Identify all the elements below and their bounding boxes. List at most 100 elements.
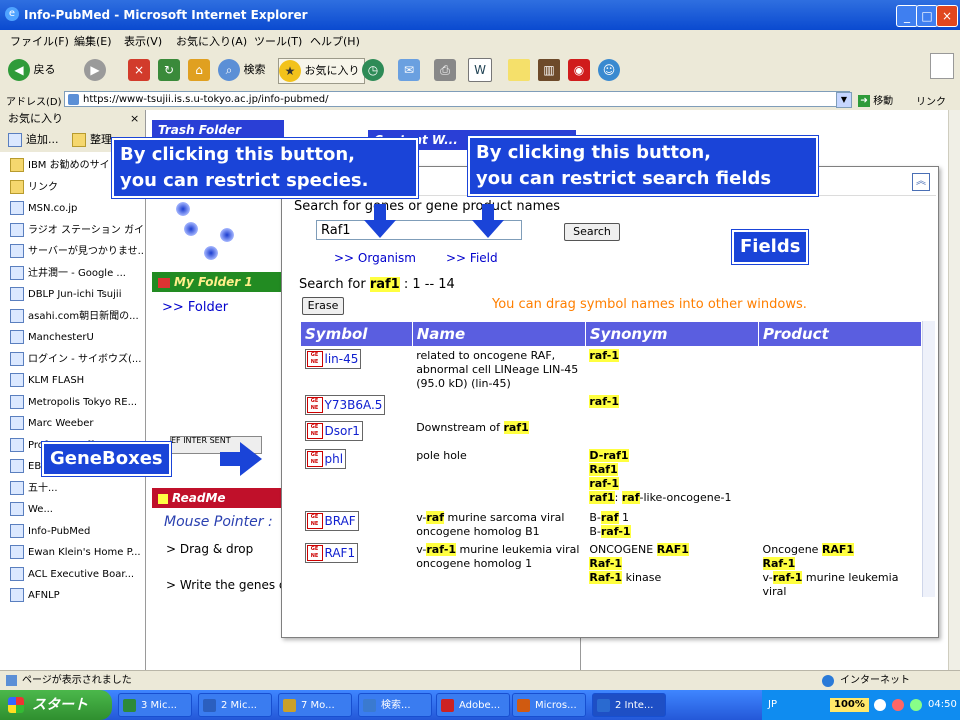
favorites-organize-button[interactable]: 整理 [72,128,112,152]
favorite-item[interactable]: Info-PubMed [10,522,144,542]
home-button[interactable]: ⌂ [188,58,210,82]
page-scrollbar[interactable] [948,110,960,670]
mail-button[interactable]: ✉ [398,58,420,82]
erase-button[interactable]: Erase [302,297,344,315]
genebox[interactable]: GE NE Y73B6A.5 [304,395,386,415]
column-product[interactable]: Product [758,321,922,347]
favorite-item[interactable]: AFNLP [10,586,144,606]
tray-icon[interactable] [892,699,904,711]
highlight: raf [600,511,619,524]
taskbar-task[interactable]: Adobe... [436,693,510,717]
taskbar: スタート 3 Mic... 2 Mic... 7 Mo... 検索... Adobe..… [0,690,960,720]
genebox[interactable]: GE NE lin-45 [304,349,362,369]
notes-button[interactable] [508,58,530,82]
back-button[interactable]: ◀ 戻る [8,58,56,82]
synonym: raf-1 [589,349,754,363]
favorite-item[interactable]: DBLP Jun-ichi Tsujii [10,285,144,305]
favorites-add-button[interactable]: 追加... [8,128,59,152]
field-link[interactable]: >> Field [446,251,498,265]
menu-help[interactable]: ヘルプ(H) [310,33,360,49]
genebox[interactable]: GE NE BRAF [304,511,359,531]
favorite-item[interactable]: ラジオ ステーション ガイ... [10,221,144,241]
genebox[interactable]: GE NE Dsor1 [304,421,363,441]
readme-header[interactable]: ReadMe Windo... [152,488,282,525]
taskbar-task[interactable]: 3 Mic... [118,693,192,717]
menu-view[interactable]: 表示(V) [124,33,162,49]
web-page-icon [10,523,24,538]
product-cell: Oncogene RAF1 Raf-1 v-raf-1 murine leukemi… [759,541,922,601]
maximize-button[interactable]: □ [916,5,938,27]
favorite-item[interactable]: Metropolis Tokyo RE... [10,393,144,413]
favorites-button[interactable]: ★ お気に入り [278,58,365,84]
favorite-item[interactable]: Marc Weeber [10,414,144,434]
collapse-icon[interactable]: ︽ [912,173,930,191]
address-dropdown-icon[interactable]: ▼ [836,92,852,108]
trash-folder-header[interactable]: Trash Folder [152,120,284,140]
favorite-item[interactable]: asahi.com朝日新聞の... [10,307,144,327]
favorite-item[interactable]: 五十... [10,479,144,499]
favorite-item[interactable]: We... [10,500,144,520]
results-scrollbar[interactable] [922,321,935,597]
favorite-item[interactable]: 辻井潤一 - Google ... [10,264,144,284]
column-name[interactable]: Name [411,321,586,347]
tray-icon[interactable] [874,699,886,711]
favorites-close-icon[interactable]: × [130,112,139,125]
favorite-label: リンク [28,181,58,193]
gene-symbol: RAF1 [324,546,356,560]
favorite-item[interactable]: ログイン - サイボウズ(... [10,350,144,370]
highlight: raf1 [503,421,529,434]
status-text: ページが表示されました [22,675,132,686]
folder-link[interactable]: >> Folder [162,300,228,315]
organism-link[interactable]: >> Organism [334,251,416,265]
search-button[interactable]: Search [564,223,620,241]
stop-icon: × [128,59,150,81]
favorite-item[interactable]: Ewan Klein's Home P... [10,543,144,563]
people-button[interactable]: ☺ [598,58,620,82]
favorite-item[interactable]: ACL Executive Boar... [10,565,144,585]
stop-button[interactable]: × [128,58,150,82]
favorite-item[interactable]: KLM FLASH [10,371,144,391]
synonym: D-raf1 [589,449,754,463]
research-button[interactable]: ▥ [538,58,560,82]
my-folder-header[interactable]: My Folder 1 [152,272,282,292]
messenger-button[interactable]: ◉ [568,58,590,82]
taskbar-task[interactable]: 2 Mic... [198,693,272,717]
highlight: raf-1 [426,543,457,556]
genebox[interactable]: GE NE phl [304,449,347,469]
column-synonym[interactable]: Synonym [584,321,760,347]
taskbar-task[interactable]: 7 Mo... [278,693,352,717]
favorite-item[interactable]: MSN.co.jp [10,199,144,219]
minimize-button[interactable]: _ [896,5,918,27]
home-icon: ⌂ [188,59,210,81]
search-button[interactable]: ⌕ 検索 [218,58,266,82]
synonym-cell: raf-1 [585,347,758,394]
genebox[interactable]: GE NE RAF1 [304,543,359,563]
tray-icon[interactable] [910,699,922,711]
highlight: Raf1 [589,463,618,476]
favorite-item[interactable]: サーバーが見つかりませ... [10,242,144,262]
go-button[interactable]: ➜ 移動 [858,92,893,107]
zoom-indicator[interactable]: 100% [830,698,869,712]
menu-favorites[interactable]: お気に入り(A) [176,33,247,49]
web-page-icon [10,566,24,581]
taskbar-task[interactable]: 検索... [358,693,432,717]
forward-button[interactable]: ▶ [84,58,106,82]
column-symbol[interactable]: Symbol [300,321,413,347]
print-button[interactable]: ⎙ [434,58,456,82]
edit-button[interactable]: W [468,58,492,82]
taskbar-task[interactable]: Micros... [512,693,586,717]
lang-indicator[interactable]: JP [768,690,777,720]
links-label[interactable]: リンク [916,93,946,108]
address-input[interactable]: https://www-tsujii.is.s.u-tokyo.ac.jp/in… [64,91,850,107]
taskbar-task[interactable]: 2 Inte... [592,693,666,717]
highlight: RAF1 [656,543,689,556]
menu-edit[interactable]: 編集(E) [74,33,112,49]
start-button[interactable]: スタート [0,690,112,720]
history-button[interactable]: ◷ [362,58,384,82]
my-folder-title: My Folder 1 [174,275,253,289]
close-button[interactable]: × [936,5,958,27]
favorite-item[interactable]: ManchesterU [10,328,144,348]
menu-tools[interactable]: ツール(T) [254,33,302,49]
refresh-button[interactable]: ↻ [158,58,180,82]
menu-file[interactable]: ファイル(F) [10,33,69,49]
